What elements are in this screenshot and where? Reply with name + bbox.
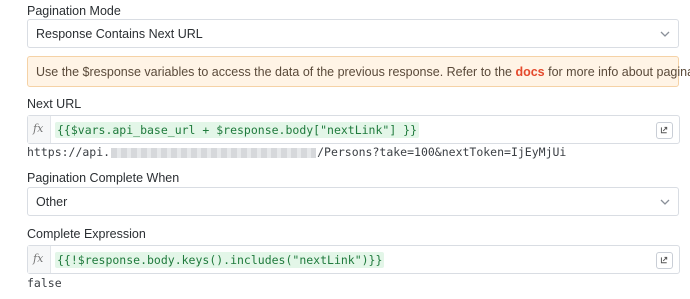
expand-editor-icon[interactable] <box>656 122 673 139</box>
pagination-mode-label: Pagination Mode <box>27 4 121 18</box>
pagination-mode-value: Response Contains Next URL <box>36 27 203 41</box>
pagination-complete-select[interactable]: Other <box>27 187 679 216</box>
docs-link[interactable]: docs <box>515 65 544 79</box>
fx-icon: fx <box>28 116 51 143</box>
complete-expression-value: {{!$response.body.keys().includes("nextL… <box>55 252 385 268</box>
next-url-label: Next URL <box>27 97 82 111</box>
info-banner-text: Use the $response variables to access th… <box>36 65 690 79</box>
fx-icon: fx <box>28 246 51 273</box>
complete-expression-input[interactable]: fx {{!$response.body.keys().includes("ne… <box>27 245 680 274</box>
complete-expression-preview: false <box>27 276 62 290</box>
pagination-mode-select[interactable]: Response Contains Next URL <box>27 19 679 48</box>
pagination-complete-label: Pagination Complete When <box>27 171 180 185</box>
chevron-down-icon <box>660 199 670 205</box>
expand-editor-icon[interactable] <box>656 252 673 269</box>
chevron-down-icon <box>660 31 670 37</box>
next-url-expression: {{$vars.api_base_url + $response.body["n… <box>55 122 420 138</box>
pagination-complete-value: Other <box>36 195 68 209</box>
info-banner: Use the $response variables to access th… <box>27 56 690 87</box>
next-url-input[interactable]: fx {{$vars.api_base_url + $response.body… <box>27 115 680 144</box>
complete-expression-label: Complete Expression <box>27 227 146 241</box>
redacted-block <box>111 147 317 158</box>
next-url-preview: https://api./Persons?take=100&nextToken=… <box>27 145 567 159</box>
